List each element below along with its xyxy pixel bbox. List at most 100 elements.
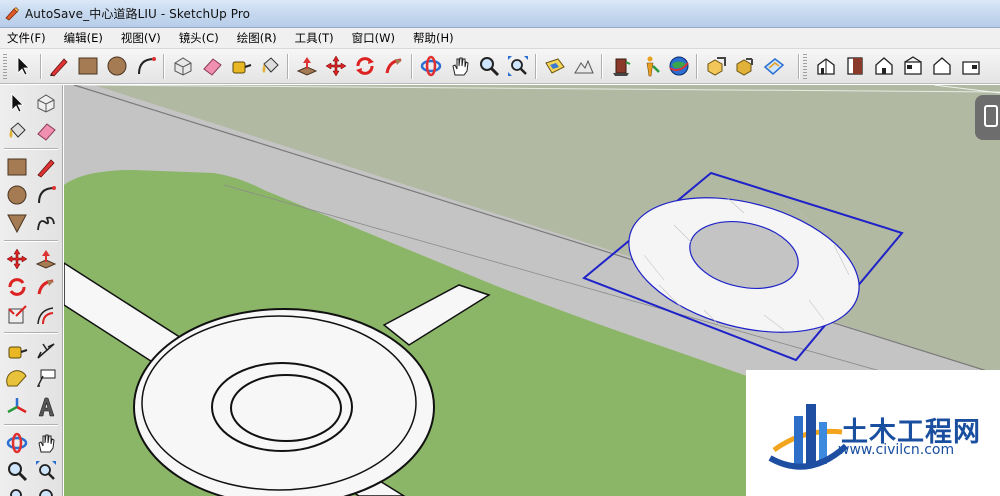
magnifier-icon xyxy=(480,57,500,77)
select-arrow-icon xyxy=(17,56,30,76)
tape-measure-icon xyxy=(8,346,28,359)
left-freehand-button[interactable] xyxy=(33,210,59,236)
front-view-button[interactable] xyxy=(871,53,897,79)
top-view-button[interactable] xyxy=(842,53,868,79)
left-circle-button[interactable] xyxy=(4,182,30,208)
left-move-button[interactable] xyxy=(4,246,30,272)
left-3d-text-button[interactable] xyxy=(33,394,59,420)
component-icon xyxy=(37,94,55,113)
title-bar[interactable]: AutoSave_中心道路LIU - SketchUp Pro xyxy=(0,0,1000,28)
side-panel-tab[interactable] xyxy=(975,95,1000,140)
eraser-icon xyxy=(203,58,222,76)
left-follow-me-button[interactable] xyxy=(33,274,59,300)
back-view-button[interactable] xyxy=(929,53,955,79)
figure-icon xyxy=(646,56,660,77)
left-orbit-button[interactable] xyxy=(4,430,30,456)
follow-me-button[interactable] xyxy=(381,53,407,79)
preview-model-button[interactable] xyxy=(637,53,663,79)
toolbar-grip[interactable] xyxy=(3,54,7,79)
circle-tool-button[interactable] xyxy=(104,53,130,79)
left-polygon-button[interactable] xyxy=(4,210,30,236)
rotate-icon xyxy=(356,57,374,75)
left-eraser-button[interactable] xyxy=(33,118,59,144)
share-component-button[interactable] xyxy=(732,53,758,79)
zoom-extents-icon xyxy=(10,489,22,496)
plaza-outer-ring xyxy=(133,308,435,496)
paint-bucket-button[interactable] xyxy=(257,53,283,79)
warehouse-icon xyxy=(613,58,631,76)
rotate-tool-button[interactable] xyxy=(352,53,378,79)
rotate-icon xyxy=(8,278,26,296)
follow-me-icon xyxy=(37,279,54,295)
right-house-icon xyxy=(904,56,922,75)
move-tool-button[interactable] xyxy=(323,53,349,79)
left-zoom-button[interactable] xyxy=(4,458,30,484)
menu-edit[interactable]: 编辑(E) xyxy=(61,29,106,47)
left-zoom-extents-button[interactable] xyxy=(4,483,30,496)
views-toolbar-grip[interactable] xyxy=(803,54,807,79)
zoom-extents-button[interactable] xyxy=(505,53,531,79)
watermark-url: www.civilcn.com xyxy=(838,442,955,458)
make-component-button[interactable] xyxy=(170,53,196,79)
left-protractor-button[interactable] xyxy=(4,366,30,392)
google-earth-button[interactable] xyxy=(666,53,692,79)
toggle-terrain-button[interactable] xyxy=(571,53,597,79)
left-component-button[interactable] xyxy=(33,90,59,116)
left-zoom-window-button[interactable] xyxy=(33,458,59,484)
share-model-button[interactable] xyxy=(703,53,729,79)
previous-view-icon xyxy=(39,489,53,496)
left-scale-button[interactable] xyxy=(4,302,30,328)
watermark-logo: 土木工程网 www.civilcn.com xyxy=(746,370,1000,496)
line-tool-button[interactable] xyxy=(46,53,72,79)
eraser-tool-button[interactable] xyxy=(199,53,225,79)
left-text-button[interactable] xyxy=(33,366,59,392)
tape-measure-button[interactable] xyxy=(228,53,254,79)
push-pull-icon xyxy=(35,250,57,269)
arc-tool-button[interactable] xyxy=(133,53,159,79)
terrain-icon xyxy=(574,59,594,74)
menu-view[interactable]: 视图(V) xyxy=(118,29,164,47)
left-paint-bucket-button[interactable] xyxy=(4,118,30,144)
select-tool-button[interactable] xyxy=(10,53,36,79)
share-component-icon xyxy=(736,58,753,76)
left-offset-button[interactable] xyxy=(33,302,59,328)
get-photo-texture-button[interactable] xyxy=(761,53,787,79)
push-pull-button[interactable] xyxy=(294,53,320,79)
get-models-button[interactable] xyxy=(608,53,634,79)
rectangle-icon xyxy=(7,158,27,176)
rectangle-tool-button[interactable] xyxy=(75,53,101,79)
left-pan-button[interactable] xyxy=(33,430,59,456)
menu-tools[interactable]: 工具(T) xyxy=(292,29,337,47)
left-axes-button[interactable] xyxy=(4,394,30,420)
left-tape-measure-button[interactable] xyxy=(4,338,30,364)
menu-camera[interactable]: 镜头(C) xyxy=(176,29,222,47)
orbit-icon xyxy=(420,55,442,77)
circle-icon xyxy=(107,56,127,76)
left-rectangle-button[interactable] xyxy=(4,154,30,180)
back-house-icon xyxy=(933,57,951,75)
left-select-button[interactable] xyxy=(4,90,30,116)
left-push-pull-button[interactable] xyxy=(33,246,59,272)
zoom-tool-button[interactable] xyxy=(476,53,502,79)
push-pull-icon xyxy=(296,57,318,76)
add-location-button[interactable] xyxy=(542,53,568,79)
menu-help[interactable]: 帮助(H) xyxy=(410,29,457,47)
menu-file[interactable]: 文件(F) xyxy=(4,29,49,47)
freehand-icon xyxy=(37,216,55,231)
left-dimension-button[interactable] xyxy=(33,338,59,364)
zoom-extents-icon xyxy=(508,56,528,76)
right-view-button[interactable] xyxy=(900,53,926,79)
left-rotate-button[interactable] xyxy=(4,274,30,300)
left-line-button[interactable] xyxy=(33,154,59,180)
iso-view-button[interactable] xyxy=(813,53,839,79)
menu-draw[interactable]: 绘图(R) xyxy=(234,29,280,47)
left-arc-button[interactable] xyxy=(33,182,59,208)
menu-window[interactable]: 窗口(W) xyxy=(349,29,398,47)
component-icon xyxy=(174,57,192,76)
left-previous-view-button[interactable] xyxy=(33,483,59,496)
orbit-tool-button[interactable] xyxy=(418,53,444,79)
main-toolbar xyxy=(0,49,1000,84)
pan-tool-button[interactable] xyxy=(447,53,473,79)
text-label-icon xyxy=(36,369,56,387)
left-view-button[interactable] xyxy=(958,53,984,79)
